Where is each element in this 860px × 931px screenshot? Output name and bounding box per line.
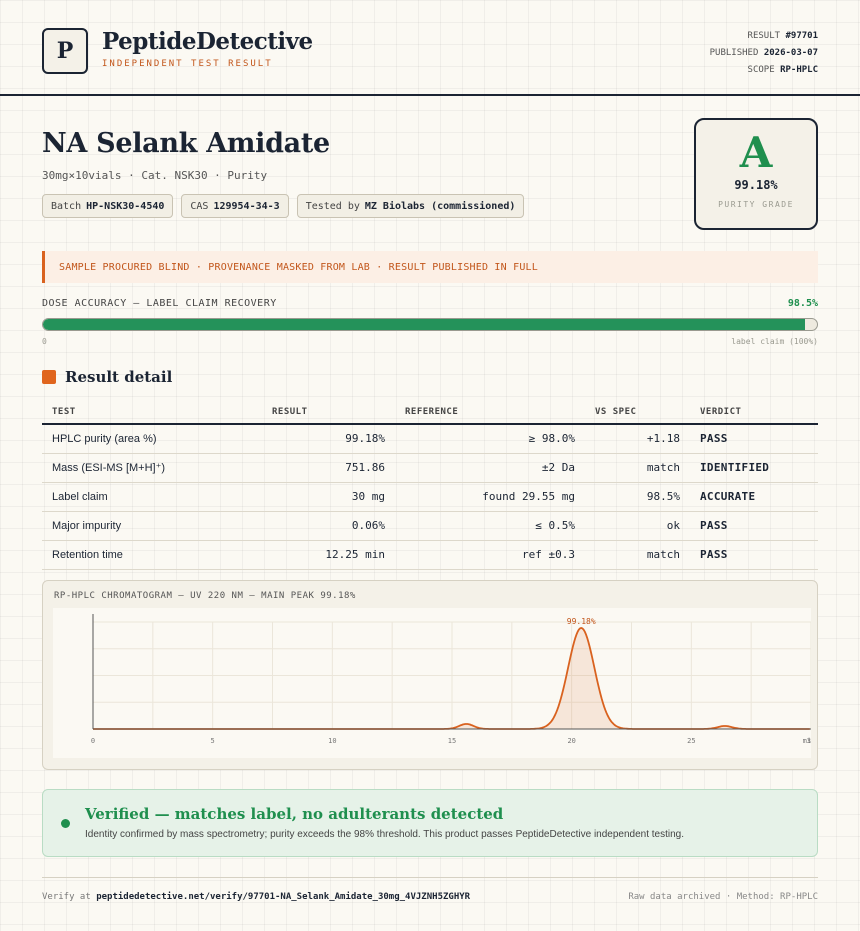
cell-result: 751.86 xyxy=(262,453,395,483)
purity-grade-card: A 99.18% PURITY GRADE xyxy=(694,118,818,230)
x-tick-label: 0 xyxy=(91,737,95,745)
cell-verdict: IDENTIFIED xyxy=(690,453,818,483)
product-name: NA Selank Amidate xyxy=(42,128,330,159)
grade-letter: A xyxy=(739,128,773,177)
col-reference: REFERENCE xyxy=(395,400,585,425)
chromatogram-plot-area: 051015202530min99.18% xyxy=(53,608,815,758)
verified-banner: Verified — matches label, no adulterants… xyxy=(42,789,818,857)
table-row: HPLC purity (area %) 99.18% ≥ 98.0% +1.1… xyxy=(42,424,818,454)
cell-result: 0.06% xyxy=(262,511,395,541)
chromatogram-trace xyxy=(93,627,810,730)
chip-cas: CAS 129954-34-3 xyxy=(181,194,289,218)
table-row: Retention time 12.25 min ref ±0.3 match … xyxy=(42,540,818,570)
x-tick-label: 20 xyxy=(567,737,575,745)
dose-progress-bar xyxy=(42,318,818,331)
cell-vs-spec: match xyxy=(585,540,690,570)
col-verdict: VERDICT xyxy=(690,400,818,425)
report-meta: RESULT #97701 PUBLISHED 2026-03-07 SCOPE… xyxy=(710,28,818,79)
x-tick-label: 10 xyxy=(328,737,336,745)
col-test: TEST xyxy=(42,400,262,425)
footer-divider xyxy=(42,877,818,878)
cell-vs-spec: 98.5% xyxy=(585,482,690,512)
cell-reference: ±2 Da xyxy=(395,453,585,483)
cell-verdict: PASS xyxy=(690,424,818,454)
brand-tagline: INDEPENDENT TEST RESULT xyxy=(102,59,273,69)
dose-max-label: label claim (100%) xyxy=(731,337,818,346)
cell-result: 12.25 min xyxy=(262,540,395,570)
grade-label: PURITY GRADE xyxy=(718,200,794,209)
dose-accuracy-label: DOSE ACCURACY — LABEL CLAIM RECOVERY xyxy=(42,298,277,309)
table-header-row: TEST RESULT REFERENCE VS SPEC VERDICT xyxy=(42,400,818,425)
provenance-notice: SAMPLE PROCURED BLIND · PROVENANCE MASKE… xyxy=(42,251,818,283)
cell-verdict: PASS xyxy=(690,511,818,541)
dose-min-label: 0 xyxy=(42,337,47,346)
verified-dot-icon xyxy=(61,819,70,828)
cell-vs-spec: +1.18 xyxy=(585,424,690,454)
verified-title: Verified — matches label, no adulterants… xyxy=(85,805,504,823)
x-tick-label: 15 xyxy=(448,737,456,745)
footer-method: Raw data archived · Method: RP-HPLC xyxy=(628,892,818,902)
cell-result: 99.18% xyxy=(262,424,395,454)
verify-link[interactable]: peptidedetective.net/verify/97701-NA_Sel… xyxy=(96,892,470,902)
col-result: RESULT xyxy=(262,400,395,425)
cell-test: Major impurity xyxy=(42,511,262,541)
section-title: Result detail xyxy=(65,368,173,386)
cell-test: Retention time xyxy=(42,540,262,570)
grade-value: 99.18% xyxy=(734,178,778,192)
footer-verify: Verify at peptidedetective.net/verify/97… xyxy=(42,892,471,902)
brand-name: PeptideDetective xyxy=(102,28,313,55)
main-peak-label: 99.18% xyxy=(567,617,596,626)
cell-result: 30 mg xyxy=(262,482,395,512)
product-subtitle: 30mg×10vials · Cat. NSK30 · Purity xyxy=(42,169,268,182)
x-unit-label: min xyxy=(803,737,811,745)
results-table: TEST RESULT REFERENCE VS SPEC VERDICT HP… xyxy=(42,400,818,570)
product-chips: Batch HP-NSK30-4540 CAS 129954-34-3 Tested… xyxy=(42,194,525,218)
cell-vs-spec: match xyxy=(585,453,690,483)
meta-published: PUBLISHED 2026-03-07 xyxy=(709,48,818,58)
table-row: Mass (ESI-MS [M+H]⁺) 751.86 ±2 Da match … xyxy=(42,453,818,483)
chromatogram-title: RP-HPLC CHROMATOGRAM — UV 220 NM — MAIN … xyxy=(54,591,356,601)
x-tick-label: 5 xyxy=(211,737,215,745)
chromatogram-svg: 051015202530min99.18% xyxy=(91,614,815,745)
cell-reference: ≤ 0.5% xyxy=(395,511,585,541)
table-row: Major impurity 0.06% ≤ 0.5% ok PASS xyxy=(42,511,818,541)
section-square-icon xyxy=(42,370,56,384)
cell-vs-spec: ok xyxy=(585,511,690,541)
col-vs-spec: VS SPEC xyxy=(585,400,690,425)
meta-scope: SCOPE RP-HPLC xyxy=(747,65,818,75)
chip-tested-by: Tested by MZ Biolabs (commissioned) xyxy=(296,194,525,218)
cell-reference: ref ±0.3 xyxy=(395,540,585,570)
chromatogram-card: RP-HPLC CHROMATOGRAM — UV 220 NM — MAIN … xyxy=(42,580,818,770)
cell-reference: found 29.55 mg xyxy=(395,482,585,512)
brand-logo[interactable]: P xyxy=(42,28,88,74)
table-row: Label claim 30 mg found 29.55 mg 98.5% A… xyxy=(42,482,818,512)
chip-batch: Batch HP-NSK30-4540 xyxy=(42,194,174,218)
dose-progress-fill xyxy=(43,319,806,330)
report-header: P PeptideDetective INDEPENDENT TEST RESU… xyxy=(0,0,860,96)
cell-test: Mass (ESI-MS [M+H]⁺) xyxy=(42,453,262,483)
cell-reference: ≥ 98.0% xyxy=(395,424,585,454)
cell-verdict: PASS xyxy=(690,540,818,570)
x-tick-label: 25 xyxy=(687,737,695,745)
cell-verdict: ACCURATE xyxy=(690,482,818,512)
cell-test: HPLC purity (area %) xyxy=(42,424,262,454)
meta-result: RESULT #97701 xyxy=(747,31,818,41)
verified-description: Identity confirmed by mass spectrometry;… xyxy=(85,829,685,840)
dose-accuracy-value: 98.5% xyxy=(787,298,818,309)
cell-test: Label claim xyxy=(42,482,262,512)
